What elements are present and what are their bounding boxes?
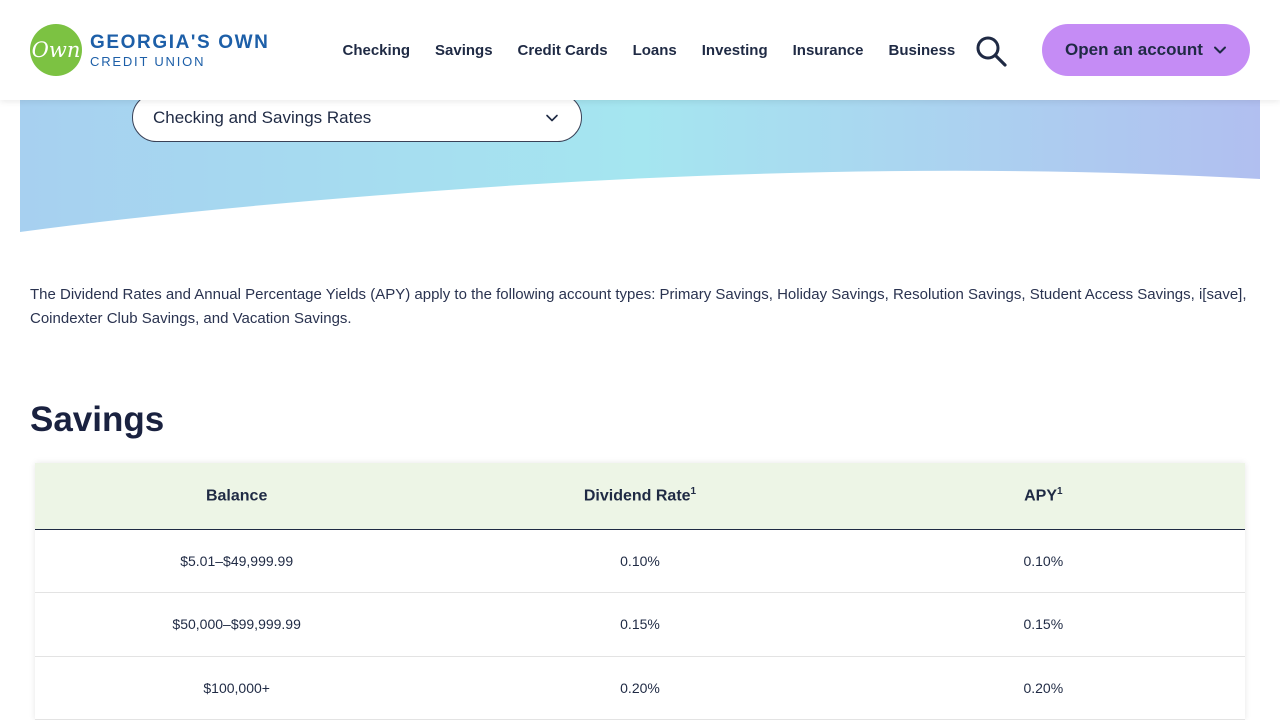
open-account-label: Open an account: [1065, 40, 1203, 59]
chevron-down-icon: [1213, 46, 1226, 54]
nav-credit-cards[interactable]: Credit Cards: [518, 42, 608, 59]
main-nav: Checking Savings Credit Cards Loans Inve…: [330, 0, 968, 100]
table-row: $100,000+ 0.20% 0.20%: [35, 656, 1245, 720]
search-icon[interactable]: [974, 34, 1008, 68]
nav-savings[interactable]: Savings: [435, 42, 493, 59]
logo-subtitle: CREDIT UNION: [90, 53, 206, 69]
nav-checking[interactable]: Checking: [343, 42, 411, 59]
savings-rates-table: Balance Dividend Rate1 APY1 $5.01–$49,99…: [35, 463, 1245, 720]
dividend-rate-cell: 0.20%: [438, 656, 842, 720]
balance-cell: $5.01–$49,999.99: [35, 529, 439, 593]
logo-mark: Own: [30, 24, 82, 76]
section-title-savings: Savings: [30, 400, 165, 439]
chevron-down-icon: [546, 114, 558, 121]
dividend-rate-cell: 0.10%: [438, 529, 842, 593]
column-header-balance: Balance: [35, 463, 439, 530]
rates-intro-text: The Dividend Rates and Annual Percentage…: [30, 286, 1247, 327]
apy-cell: 0.15%: [841, 592, 1245, 657]
column-header-apy: APY1: [841, 463, 1245, 530]
rate-type-dropdown-value: Checking and Savings Rates: [153, 107, 372, 127]
logo-name: GEORGIA'S OWN: [90, 31, 270, 53]
rate-type-dropdown[interactable]: Checking and Savings Rates: [132, 93, 582, 142]
apy-cell: 0.10%: [841, 529, 1245, 593]
dividend-rate-cell: 0.15%: [438, 592, 842, 657]
column-header-dividend-rate: Dividend Rate1: [438, 463, 842, 530]
balance-cell: $100,000+: [35, 656, 439, 720]
site-header: Own GEORGIA'S OWN CREDIT UNION Checking …: [0, 0, 1280, 100]
table-row: $50,000–$99,999.99 0.15% 0.15%: [35, 592, 1245, 657]
table-row: $5.01–$49,999.99 0.10% 0.10%: [35, 529, 1245, 593]
apy-cell: 0.20%: [841, 656, 1245, 720]
nav-loans[interactable]: Loans: [633, 42, 677, 59]
open-account-button[interactable]: Open an account: [1042, 24, 1250, 76]
nav-investing[interactable]: Investing: [702, 42, 768, 59]
table-header-row: Balance Dividend Rate1 APY1: [35, 463, 1245, 530]
balance-cell: $50,000–$99,999.99: [35, 592, 439, 657]
nav-insurance[interactable]: Insurance: [793, 42, 864, 59]
nav-business[interactable]: Business: [889, 42, 956, 59]
logo[interactable]: Own GEORGIA'S OWN CREDIT UNION: [30, 24, 269, 76]
